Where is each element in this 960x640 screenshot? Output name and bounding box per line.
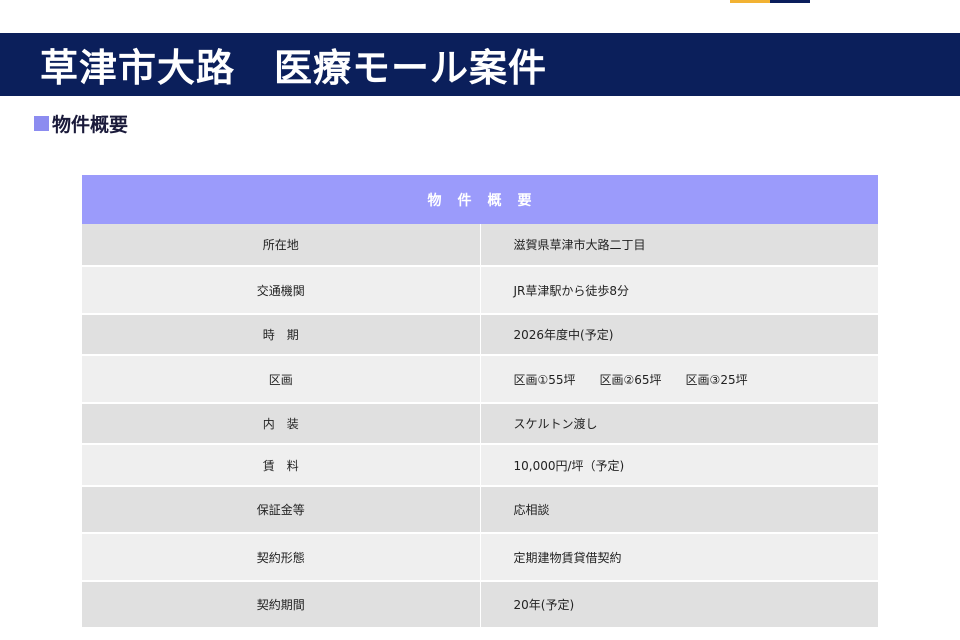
row-value: 20年(予定) bbox=[480, 581, 878, 629]
row-label: 内 装 bbox=[82, 403, 481, 445]
section-heading-text: 物件概要 bbox=[52, 114, 129, 136]
row-label: 賃 料 bbox=[82, 444, 481, 487]
row-value: 定期建物賃貸借契約 bbox=[480, 533, 878, 582]
row-label: 交通機関 bbox=[82, 266, 481, 315]
row-value: 区画①55坪 区画②65坪 区画③25坪 bbox=[480, 355, 878, 404]
page-title: 草津市大路 医療モール案件 bbox=[40, 46, 548, 90]
accent-mark-navy bbox=[770, 0, 810, 3]
row-label: 契約期間 bbox=[82, 581, 481, 629]
row-label: 時 期 bbox=[82, 314, 481, 356]
row-value: スケルトン渡し bbox=[480, 403, 878, 445]
table-header: 物 件 概 要 bbox=[82, 175, 878, 224]
row-label: 区画 bbox=[82, 355, 481, 404]
accent-mark-gold bbox=[730, 0, 770, 3]
row-value: 10,000円/坪（予定) bbox=[480, 444, 878, 487]
table-row-contract-term: 契約期間 20年(予定) bbox=[82, 581, 878, 629]
page: 草津市大路 医療モール案件 物件概要 物 件 概 要 所在地 滋賀県草津市大路二… bbox=[0, 0, 960, 640]
table-row-sections: 区画 区画①55坪 区画②65坪 区画③25坪 bbox=[82, 355, 878, 404]
table-row-timing: 時 期 2026年度中(予定) bbox=[82, 314, 878, 356]
table-row-contract-type: 契約形態 定期建物賃貸借契約 bbox=[82, 533, 878, 582]
table-row-deposit: 保証金等 応相談 bbox=[82, 486, 878, 534]
row-value: JR草津駅から徒歩8分 bbox=[480, 266, 878, 315]
section-heading: 物件概要 bbox=[34, 110, 128, 137]
row-label: 所在地 bbox=[82, 224, 481, 267]
top-accent-marks bbox=[730, 0, 810, 3]
table-row-location: 所在地 滋賀県草津市大路二丁目 bbox=[82, 224, 878, 267]
table-row-rent: 賃 料 10,000円/坪（予定) bbox=[82, 444, 878, 487]
table-row-transport: 交通機関 JR草津駅から徒歩8分 bbox=[82, 266, 878, 315]
row-value: 滋賀県草津市大路二丁目 bbox=[480, 224, 878, 267]
row-label: 契約形態 bbox=[82, 533, 481, 582]
row-value: 応相談 bbox=[480, 486, 878, 534]
title-bar: 草津市大路 医療モール案件 bbox=[0, 33, 960, 96]
table-header-row: 物 件 概 要 bbox=[82, 175, 878, 224]
row-value: 2026年度中(予定) bbox=[480, 314, 878, 356]
square-bullet-icon bbox=[34, 116, 49, 131]
property-overview-table: 物 件 概 要 所在地 滋賀県草津市大路二丁目 交通機関 JR草津駅から徒歩8分… bbox=[82, 175, 878, 629]
row-label: 保証金等 bbox=[82, 486, 481, 534]
table-row-interior: 内 装 スケルトン渡し bbox=[82, 403, 878, 445]
